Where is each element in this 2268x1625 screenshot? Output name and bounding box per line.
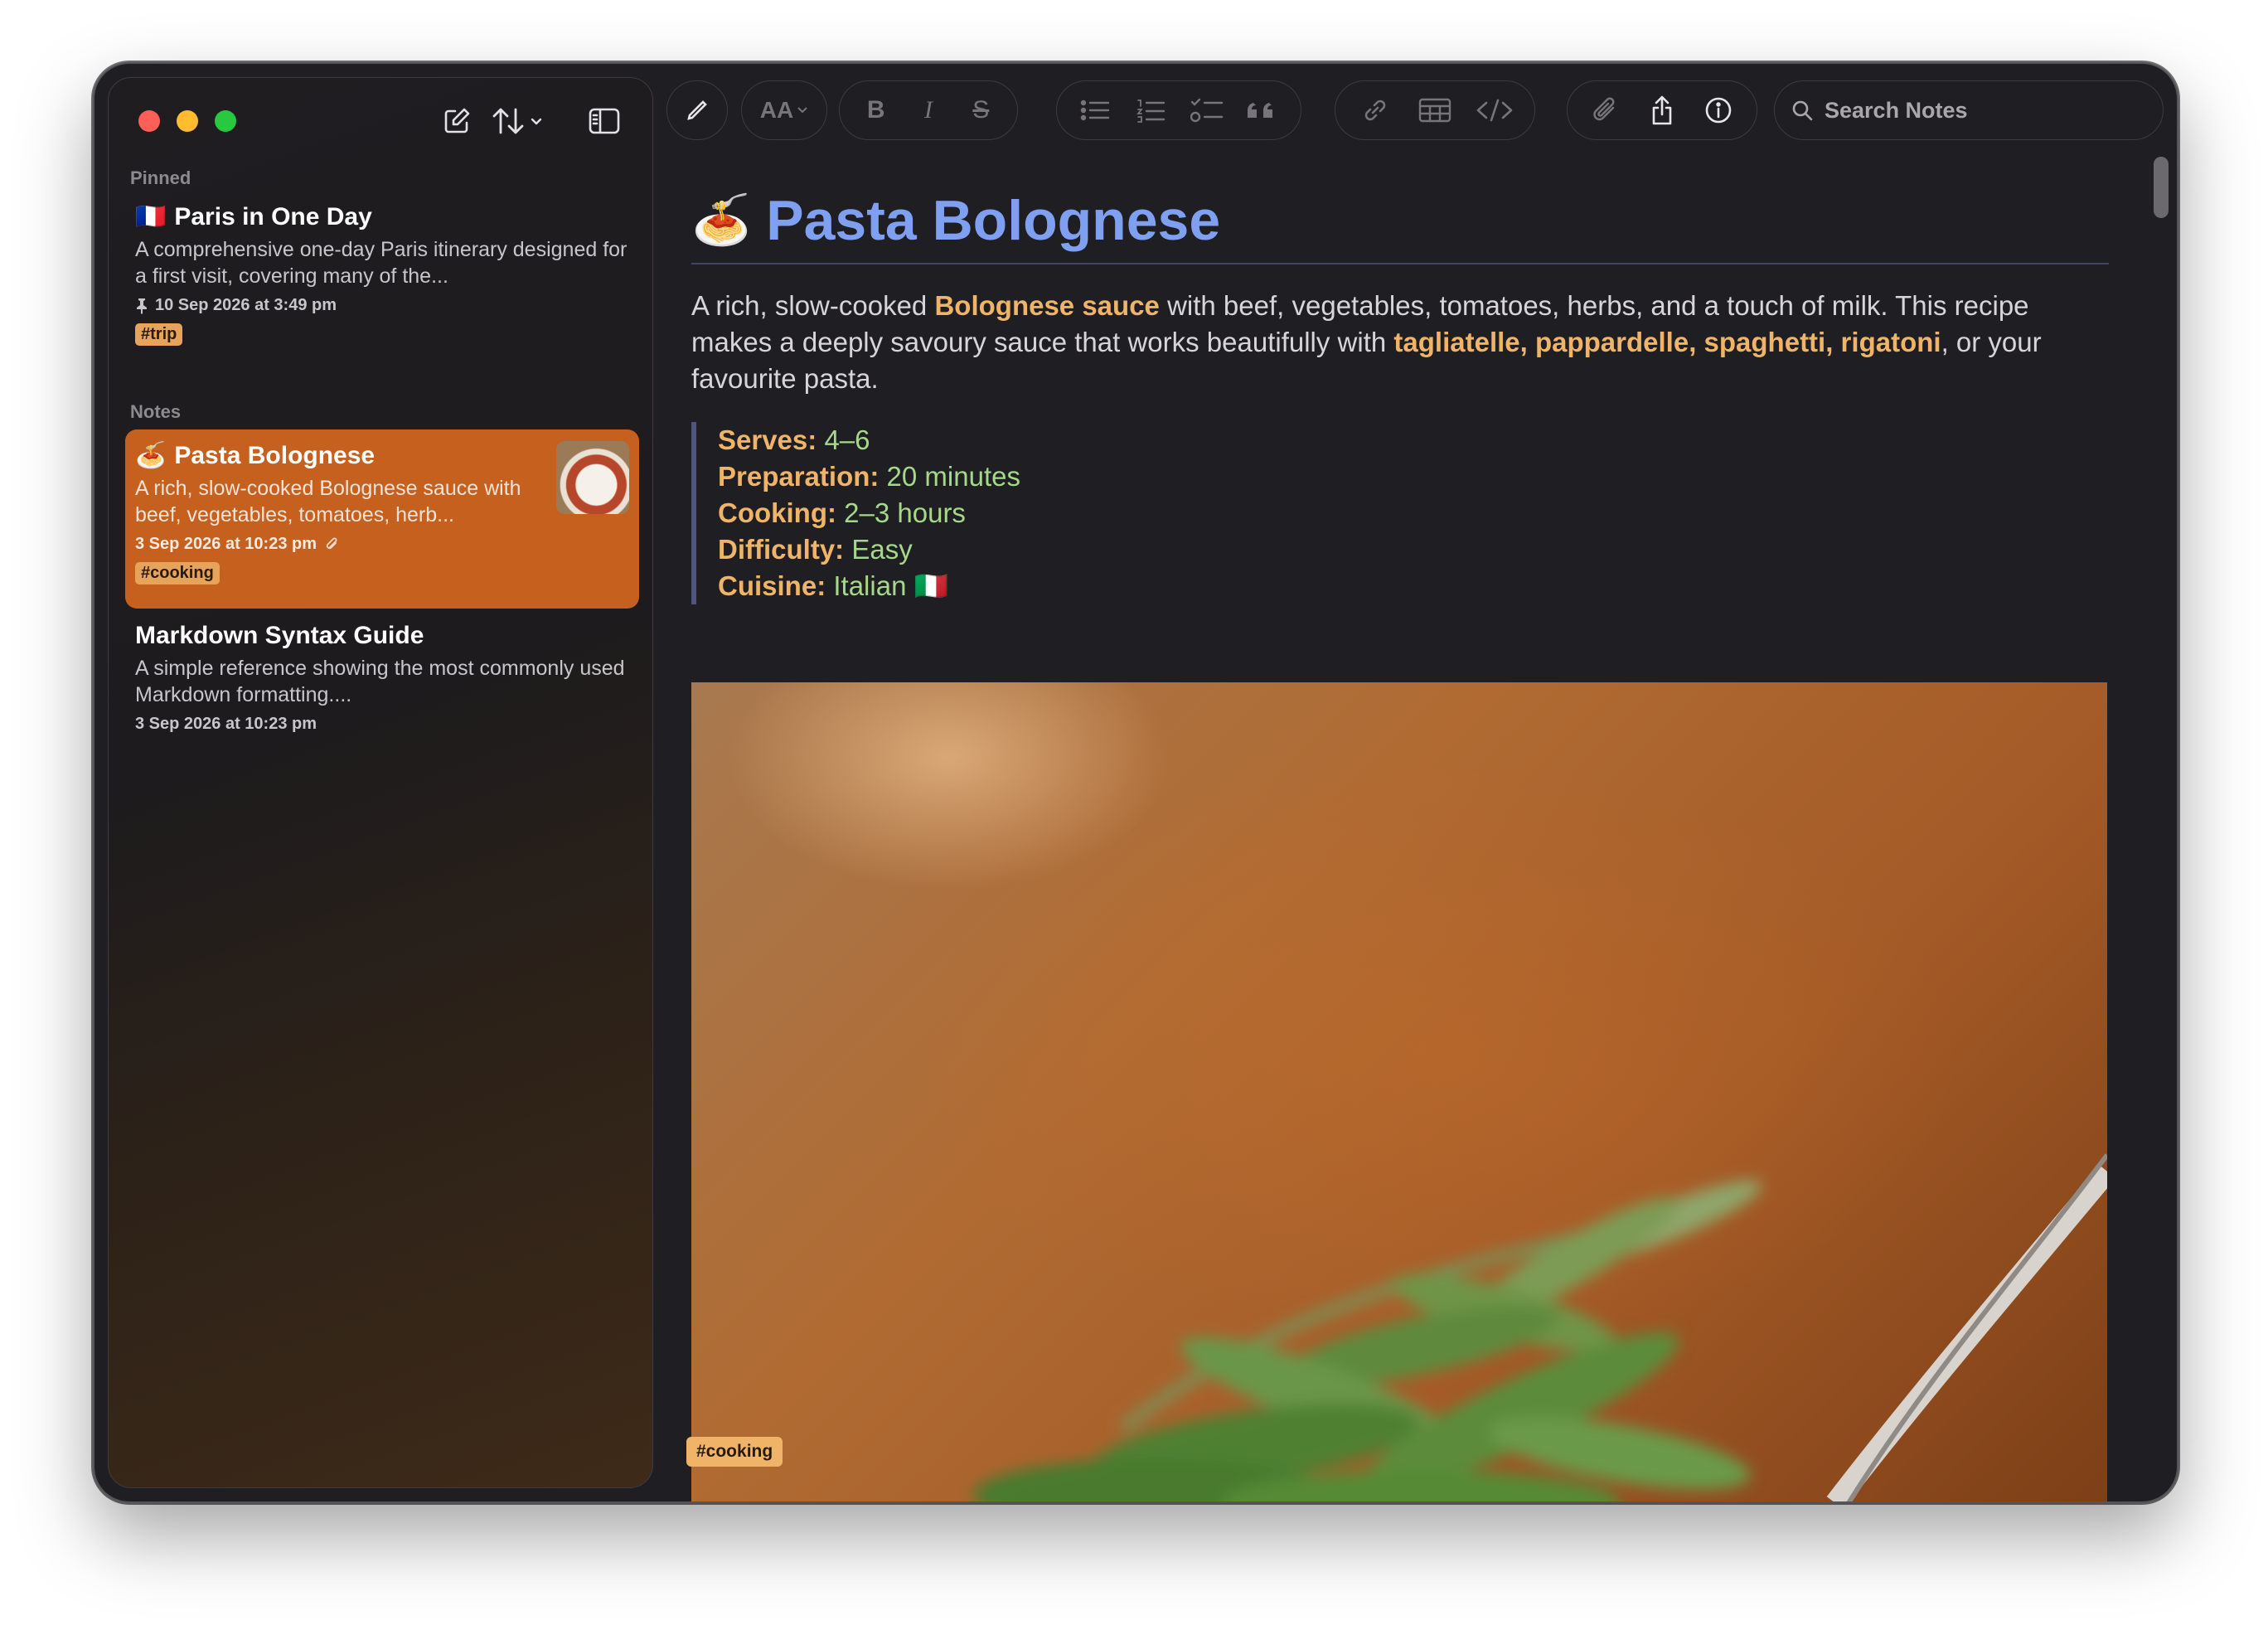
attachment-icon[interactable] — [1585, 90, 1626, 131]
pen-tool-group — [666, 80, 728, 140]
close-window-button[interactable] — [138, 110, 160, 132]
detail-cooking: Cooking: 2–3 hours — [718, 497, 966, 528]
paperclip-icon — [326, 537, 337, 549]
flag-france-icon: 🇫🇷 — [135, 203, 167, 230]
sort-icon[interactable] — [487, 101, 553, 141]
search-field[interactable]: Search Notes — [1774, 80, 2164, 140]
note-title: Markdown Syntax Guide — [135, 622, 424, 649]
actions-group — [1567, 80, 1757, 140]
note-date: 10 Sep 2026 at 3:49 pm — [135, 296, 629, 315]
code-icon[interactable] — [1474, 90, 1515, 131]
info-icon[interactable] — [1698, 90, 1739, 131]
minimize-window-button[interactable] — [177, 110, 198, 132]
note-excerpt: A comprehensive one-day Paris itinerary … — [135, 238, 628, 288]
tag-cooking[interactable]: #cooking — [135, 562, 220, 585]
note-date: 3 Sep 2026 at 10:23 pm — [135, 535, 629, 554]
pasta-emoji-icon: 🍝 — [135, 442, 167, 469]
strikethrough-icon[interactable]: S — [960, 90, 1001, 131]
recipe-photo[interactable] — [691, 682, 2107, 1501]
note-excerpt: A rich, slow-cooked Bolognese sauce with… — [135, 477, 521, 526]
note-editor[interactable]: 🍝 Pasta Bolognese A rich, slow-cooked Bo… — [691, 188, 2109, 604]
note-heading: 🍝 Pasta Bolognese — [691, 188, 2109, 264]
pen-icon[interactable] — [676, 90, 718, 131]
font-size-icon[interactable]: AA — [752, 90, 817, 131]
editor-scrollbar[interactable] — [2154, 157, 2169, 218]
note-item-markdown-guide[interactable]: Markdown Syntax Guide A simple reference… — [125, 610, 639, 745]
note-title: 🍝 Pasta Bolognese — [135, 441, 376, 470]
numbered-list-icon[interactable] — [1130, 90, 1171, 131]
detail-serves: Serves: 4–6 — [718, 424, 870, 455]
search-input[interactable]: Search Notes — [1825, 98, 1968, 124]
insert-group — [1335, 80, 1535, 140]
note-date: 3 Sep 2026 at 10:23 pm — [135, 715, 317, 733]
table-icon[interactable] — [1414, 90, 1456, 131]
italic-icon[interactable]: I — [908, 90, 949, 131]
pasta-emoji-icon: 🍝 — [691, 193, 752, 247]
note-title: 🇫🇷 Paris in One Day — [135, 202, 372, 231]
quote-icon[interactable] — [1242, 90, 1283, 131]
image-tag-cooking[interactable]: #cooking — [686, 1437, 783, 1467]
sidebar-toggle-icon[interactable] — [584, 101, 624, 141]
compose-icon[interactable] — [437, 101, 477, 141]
detail-cuisine: Cuisine: Italian 🇮🇹 — [718, 570, 948, 601]
note-excerpt: A simple reference showing the most comm… — [135, 657, 625, 706]
pasta-thumbnail-image — [556, 441, 629, 514]
app-window: Pinned 🇫🇷 Paris in One Day A comprehensi… — [93, 62, 2178, 1503]
section-label-notes: Notes — [130, 401, 182, 422]
herbs-illustration — [973, 1153, 2107, 1501]
zoom-window-button[interactable] — [215, 110, 236, 132]
pin-icon — [137, 298, 147, 314]
detail-preparation: Preparation: 20 minutes — [718, 461, 1020, 492]
bullet-list-icon[interactable] — [1074, 90, 1116, 131]
search-icon — [1792, 100, 1813, 121]
intro-paragraph: A rich, slow-cooked Bolognese sauce with… — [691, 290, 2042, 394]
text-style-group: B I S — [839, 80, 1018, 140]
note-item-paris[interactable]: 🇫🇷 Paris in One Day A comprehensive one-… — [125, 191, 639, 357]
font-size-group: AA — [741, 80, 827, 140]
tag-trip[interactable]: #trip — [135, 323, 183, 346]
recipe-details-blockquote: Serves: 4–6 Preparation: 20 minutes Cook… — [691, 422, 2109, 604]
bold-icon[interactable]: B — [855, 90, 897, 131]
detail-difficulty: Difficulty: Easy — [718, 534, 913, 565]
section-label-pinned: Pinned — [130, 167, 191, 188]
share-icon[interactable] — [1641, 90, 1683, 131]
list-group — [1056, 80, 1301, 140]
link-icon[interactable] — [1354, 90, 1396, 131]
checklist-icon[interactable] — [1186, 90, 1228, 131]
note-item-pasta-bolognese[interactable]: 🍝 Pasta Bolognese A rich, slow-cooked Bo… — [125, 429, 639, 609]
sidebar: Pinned 🇫🇷 Paris in One Day A comprehensi… — [108, 77, 653, 1488]
